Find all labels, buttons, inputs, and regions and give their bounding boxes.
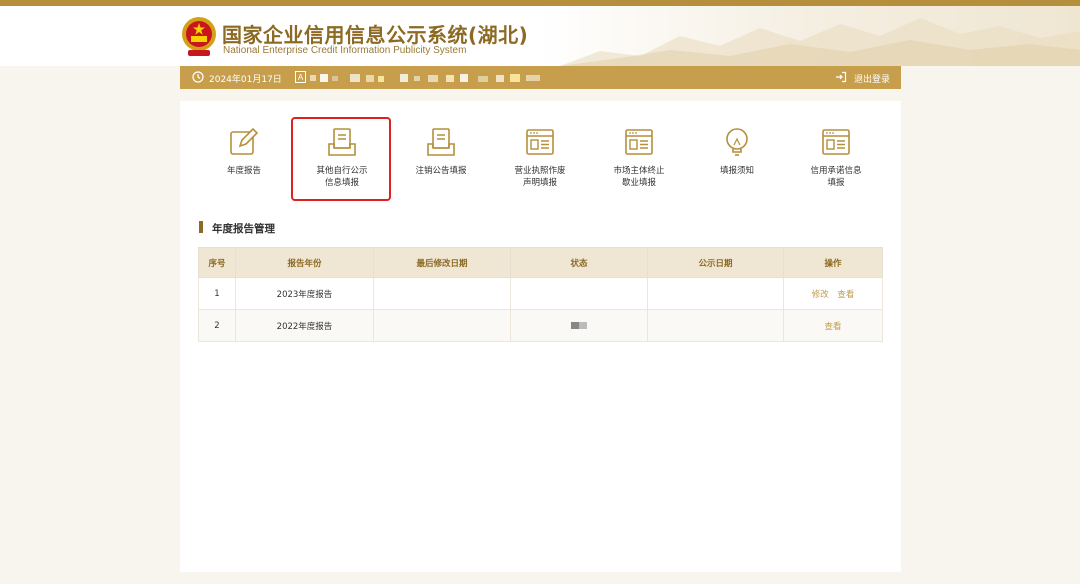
menu-credit-commitment[interactable]: 信用承诺信息 填报 — [788, 101, 884, 201]
status-cell — [510, 309, 648, 342]
mountain-decoration — [560, 18, 1080, 66]
menu-license-void[interactable]: 营业执照作废 声明填报 — [492, 101, 588, 201]
clock-icon — [192, 71, 204, 83]
view-link[interactable]: 查看 — [837, 290, 854, 300]
menu-label: 注销公告填报 — [415, 166, 467, 176]
column-header: 操作 — [783, 247, 883, 278]
menu-annual-report[interactable]: 年度报告 — [196, 101, 292, 201]
svg-text:A: A — [298, 73, 304, 82]
site-title: 国家企业信用信息公示系统(湖北) — [222, 23, 529, 47]
publish-date — [647, 277, 784, 310]
menu-cancellation-notice[interactable]: 注销公告填报 — [393, 101, 489, 201]
actions-cell: 查看 — [783, 309, 883, 342]
column-header: 报告年份 — [235, 247, 374, 278]
window-form-icon — [625, 129, 653, 155]
menu-business-suspension[interactable]: 市场主体终止 歇业填报 — [591, 101, 687, 201]
modified-date — [373, 277, 511, 310]
menu-filing-instructions[interactable]: 填报须知 — [689, 101, 785, 201]
logout-icon[interactable] — [835, 71, 847, 83]
site-subtitle: National Enterprise Credit Information P… — [223, 45, 467, 56]
section-title: 年度报告管理 — [212, 223, 275, 235]
publish-date — [647, 309, 784, 342]
column-header: 序号 — [198, 247, 236, 278]
edit-link[interactable]: 修改 — [812, 290, 829, 300]
row-number: 1 — [198, 277, 236, 310]
table-row: 2 2022年度报告 查看 — [198, 309, 883, 342]
logout-link[interactable]: 退出登录 — [854, 72, 890, 85]
row-number: 2 — [198, 309, 236, 342]
column-header: 状态 — [510, 247, 648, 278]
actions-cell: 修改 查看 — [783, 277, 883, 310]
report-year: 2023年度报告 — [235, 277, 374, 310]
national-emblem-icon — [182, 17, 216, 56]
window-form-icon — [526, 129, 554, 155]
modified-date — [373, 309, 511, 342]
menu-label: 填报须知 — [719, 166, 754, 176]
section-marker — [199, 221, 203, 233]
highlight-box — [291, 117, 391, 201]
lightbulb-icon — [726, 128, 748, 156]
status — [510, 277, 648, 310]
column-header: 最后修改日期 — [373, 247, 511, 278]
menu-label: 市场主体终止 歇业填报 — [613, 166, 665, 188]
menu-label: 年度报告 — [226, 166, 261, 176]
view-link[interactable]: 查看 — [824, 322, 841, 332]
table-header-row: 序号 报告年份 最后修改日期 状态 公示日期 操作 — [198, 247, 883, 278]
redacted-status — [571, 321, 587, 329]
report-year: 2022年度报告 — [235, 309, 374, 342]
redacted-company-name — [310, 74, 540, 82]
edit-icon — [230, 127, 259, 155]
current-date: 2024年01月17日 — [209, 75, 282, 85]
window-form-icon — [822, 129, 850, 155]
table-row: 1 2023年度报告 修改 查看 — [198, 277, 883, 310]
main-panel: 年度报告 其他自行公示 信息填报 注销公告填报 营业执照作废 声明填报 市场主体… — [180, 101, 901, 572]
annual-report-table: 序号 报告年份 最后修改日期 状态 公示日期 操作 1 2023年度报告 修改 … — [198, 247, 883, 342]
menu-label: 营业执照作废 声明填报 — [514, 166, 566, 188]
menu-label: 信用承诺信息 填报 — [810, 166, 862, 188]
site-header: 国家企业信用信息公示系统(湖北) National Enterprise Cre… — [0, 6, 1080, 66]
document-tray-icon — [427, 128, 455, 156]
user-bar: 2024年01月17日 A 退出登录 — [180, 66, 901, 89]
user-icon: A — [295, 71, 306, 83]
column-header: 公示日期 — [647, 247, 784, 278]
